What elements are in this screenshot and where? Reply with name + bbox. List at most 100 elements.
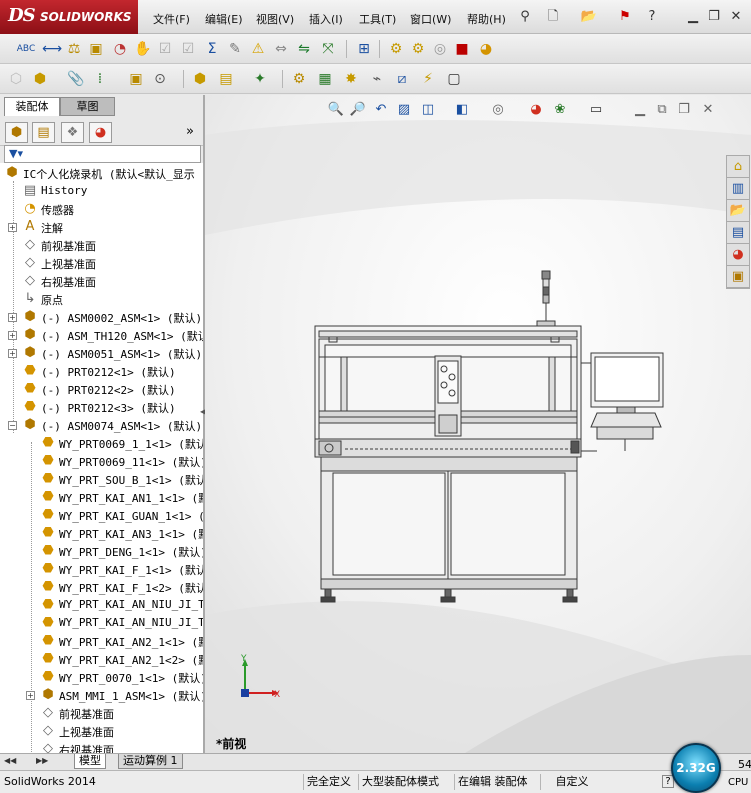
new-part-icon[interactable]: ⬢ xyxy=(30,69,50,89)
tree-row[interactable]: ◇ 右视基准面 xyxy=(0,272,203,290)
close-icon[interactable]: ✕ xyxy=(727,8,745,26)
help-icon[interactable]: ? xyxy=(643,8,661,26)
previous-view-icon[interactable]: ↶ xyxy=(372,101,390,119)
view-orientation-icon[interactable]: ◫ xyxy=(419,101,437,119)
configurationmanager-icon[interactable]: ❖ xyxy=(61,122,84,143)
tree-row[interactable]: ◇ 上视基准面 xyxy=(0,254,203,272)
apply-scene-icon[interactable]: ❀ xyxy=(551,101,569,119)
tree-row[interactable]: ⬣ WY_PRT_KAI_AN2_1<1> (默认 xyxy=(0,632,203,650)
menu-window[interactable]: 窗口(W) xyxy=(410,11,451,27)
show-hidden-icon[interactable]: ⬢ xyxy=(190,69,210,89)
appearance-icon[interactable]: ◕ xyxy=(476,39,496,59)
tree-row[interactable]: ⬣ WY_PRT_KAI_F_1<1> (默认) xyxy=(0,560,203,578)
viewport-tile-icon[interactable]: ⧉ xyxy=(653,101,671,119)
tree-row[interactable]: ⬣ WY_PRT_KAI_AN1_1<1> (默 xyxy=(0,488,203,506)
mate-icon[interactable]: 📎 xyxy=(66,69,86,89)
menu-insert[interactable]: 插入(I) xyxy=(309,11,343,27)
expand-icon[interactable]: + xyxy=(8,331,17,340)
design-library-icon[interactable]: ▥ xyxy=(727,178,749,200)
tree-row[interactable]: ⬣ WY_PRT_KAI_AN3_1<1> (默认 xyxy=(0,524,203,542)
tree-row[interactable]: + ⬢ ASM_MMI_1_ASM<1> (默认) xyxy=(0,686,203,704)
pin-icon[interactable]: ⚲ xyxy=(516,8,534,26)
solidworks-resources-icon[interactable]: ⌂ xyxy=(727,156,749,178)
tree-row[interactable]: ⬣ WY_PRT0069_1_1<1> (默认) xyxy=(0,434,203,452)
section-view-icon[interactable]: ▨ xyxy=(395,101,413,119)
tree-row[interactable]: + ⬢ (-) ASM0051_ASM<1> (默认) xyxy=(0,344,203,362)
warning-icon[interactable]: ⚠ xyxy=(248,39,268,59)
new-document-icon[interactable]: 🗋 xyxy=(544,8,562,26)
tree-row[interactable]: ◇ 前视基准面 xyxy=(0,704,203,722)
display-style-icon[interactable]: ◧ xyxy=(453,101,471,119)
tree-row[interactable]: ⬣ WY_PRT_0070_1<1> (默认) xyxy=(0,668,203,686)
menu-help[interactable]: 帮助(H) xyxy=(467,11,506,27)
menu-edit[interactable]: 编辑(E) xyxy=(205,11,243,27)
macro-icon[interactable]: ⚙ xyxy=(408,39,428,59)
tree-row[interactable]: ⬣ (-) PRT0212<3> (默认) xyxy=(0,398,203,416)
interference-icon[interactable]: ☑ xyxy=(155,39,175,59)
tree-row[interactable]: ↳ 原点 xyxy=(0,290,203,308)
appearances-scenes-icon[interactable]: ◕ xyxy=(727,244,749,266)
options-icon[interactable]: ◎ xyxy=(430,39,450,59)
reference-geometry-icon[interactable]: ✦ xyxy=(250,69,270,89)
compare-icon[interactable]: ⊞ xyxy=(354,39,374,59)
tree-row[interactable]: ⬣ WY_PRT_KAI_AN_NIU_JI_TII xyxy=(0,596,203,614)
tree-row[interactable]: ◇ 上视基准面 xyxy=(0,722,203,740)
cpu-gauge[interactable]: 2.32G xyxy=(671,743,721,793)
spell-check-icon[interactable]: ABC xyxy=(16,39,36,59)
graphics-area[interactable]: 🔍 🔎 ↶ ▨ ◫ ◧ ◎ ◕ ❀ ▭ ▁ ⧉ ❐ ✕ ⌂ ▥ 📂 ▤ ◕ ▣ xyxy=(205,95,751,753)
exploded-view-icon[interactable]: ✸ xyxy=(341,69,361,89)
tree-row[interactable]: ◔ 传感器 xyxy=(0,200,203,218)
speedpak-icon[interactable]: ▢ xyxy=(444,69,464,89)
units-selector[interactable]: 自定义 xyxy=(540,774,600,790)
machine-model[interactable] xyxy=(305,265,675,620)
section-properties-icon[interactable]: ▣ xyxy=(86,39,106,59)
tree-row[interactable]: ⬣ WY_PRT_SOU_B_1<1> (默认) xyxy=(0,470,203,488)
color-square-icon[interactable]: ■ xyxy=(452,39,472,59)
viewport-close-icon[interactable]: ✕ xyxy=(699,101,717,119)
smart-fasteners-icon[interactable]: ▣ xyxy=(126,69,146,89)
tree-row[interactable]: ⬣ WY_PRT0069_11<1> (默认) xyxy=(0,452,203,470)
tab-model[interactable]: 模型 xyxy=(74,754,106,769)
tree-row[interactable]: − ⬢ (-) ASM0074_ASM<1> (默认) xyxy=(0,416,203,434)
feature-works-icon[interactable]: ⚙ xyxy=(386,39,406,59)
tree-row[interactable]: + ⬢ (-) ASM_TH120_ASM<1> (默认) xyxy=(0,326,203,344)
tree-row[interactable]: ⬣ WY_PRT_KAI_F_1<2> (默认) xyxy=(0,578,203,596)
new-motion-study-icon[interactable]: ⚙ xyxy=(289,69,309,89)
assembly-features-icon[interactable]: ▤ xyxy=(216,69,236,89)
check-icon[interactable]: ◔ xyxy=(110,39,130,59)
mass-properties-icon[interactable]: ⚖ xyxy=(64,39,84,59)
viewport-minimize-icon[interactable]: ▁ xyxy=(631,101,649,119)
clearance-icon[interactable]: ☑ xyxy=(178,39,198,59)
zoom-to-fit-icon[interactable]: 🔍 xyxy=(327,101,345,119)
menu-tools[interactable]: 工具(T) xyxy=(359,11,396,27)
scroll-right-icon[interactable]: ▶▶ xyxy=(36,756,48,765)
tab-motion-study[interactable]: 运动算例 1 xyxy=(118,754,183,769)
scroll-left-icon[interactable]: ◀◀ xyxy=(4,756,16,765)
expand-icon[interactable]: + xyxy=(8,349,17,358)
custom-properties-icon[interactable]: ▣ xyxy=(727,266,749,288)
expand-icon[interactable]: + xyxy=(26,691,35,700)
featuremanager-icon[interactable]: ⬢ xyxy=(5,122,28,143)
expand-icon[interactable]: + xyxy=(8,313,17,322)
filter-icon[interactable]: ▼▾ xyxy=(9,147,23,160)
hide-show-items-icon[interactable]: ◎ xyxy=(489,101,507,119)
tab-assembly[interactable]: 装配体 xyxy=(4,97,60,116)
open-folder-icon[interactable]: 📂 xyxy=(580,8,598,26)
tree-row[interactable]: + ⬢ (-) ASM0002_ASM<1> (默认) xyxy=(0,308,203,326)
tree-row[interactable]: ▤ History xyxy=(0,182,203,200)
measure-icon[interactable]: ⟷ xyxy=(42,39,62,59)
geometry-analysis-icon[interactable]: ✋ xyxy=(133,39,153,59)
display-manager-icon[interactable]: ◕ xyxy=(89,122,112,143)
symmetry-icon[interactable]: ⤧ xyxy=(318,39,338,59)
collapse-icon[interactable]: − xyxy=(8,421,17,430)
tab-sketch[interactable]: 草图 xyxy=(60,97,115,116)
tree-row[interactable]: ⬣ WY_PRT_KAI_AN2_1<2> (默认 xyxy=(0,650,203,668)
expand-icon[interactable]: + xyxy=(8,223,17,232)
viewport-restore-icon[interactable]: ❐ xyxy=(675,101,693,119)
minimize-icon[interactable]: ▁ xyxy=(684,8,702,26)
rebuild-traffic-light-icon[interactable]: ⚑ xyxy=(616,8,634,26)
view-palette-icon[interactable]: ▤ xyxy=(727,222,749,244)
tree-row[interactable]: ◇ 右视基准面 xyxy=(0,740,203,753)
equations-icon[interactable]: Σ xyxy=(202,39,222,59)
insert-components-icon[interactable]: ⬡ xyxy=(6,69,26,89)
